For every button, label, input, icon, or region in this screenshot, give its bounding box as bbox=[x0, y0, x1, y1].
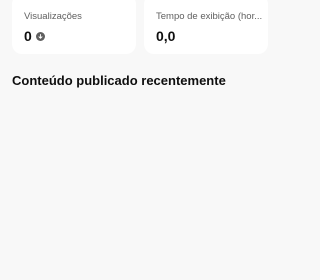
watch-time-label: Tempo de exibição (hor... bbox=[156, 11, 263, 22]
stats-cards: Visualizações 0 Tempo de exibição (hor..… bbox=[0, 0, 280, 56]
views-card[interactable]: Visualizações 0 bbox=[12, 0, 136, 54]
trend-neutral-icon bbox=[35, 31, 45, 41]
recent-content-title: Conteúdo publicado recentemente bbox=[12, 73, 226, 88]
views-label: Visualizações bbox=[24, 11, 82, 22]
views-value: 0 bbox=[24, 28, 32, 44]
views-value-row: 0 bbox=[24, 28, 136, 44]
watch-time-value-row: 0,0 bbox=[156, 28, 268, 44]
watch-time-value: 0,0 bbox=[156, 28, 176, 44]
analytics-page: Visualizações 0 Tempo de exibição (hor..… bbox=[0, 0, 280, 280]
watch-time-card[interactable]: Tempo de exibição (hor... 0,0 bbox=[144, 0, 268, 54]
